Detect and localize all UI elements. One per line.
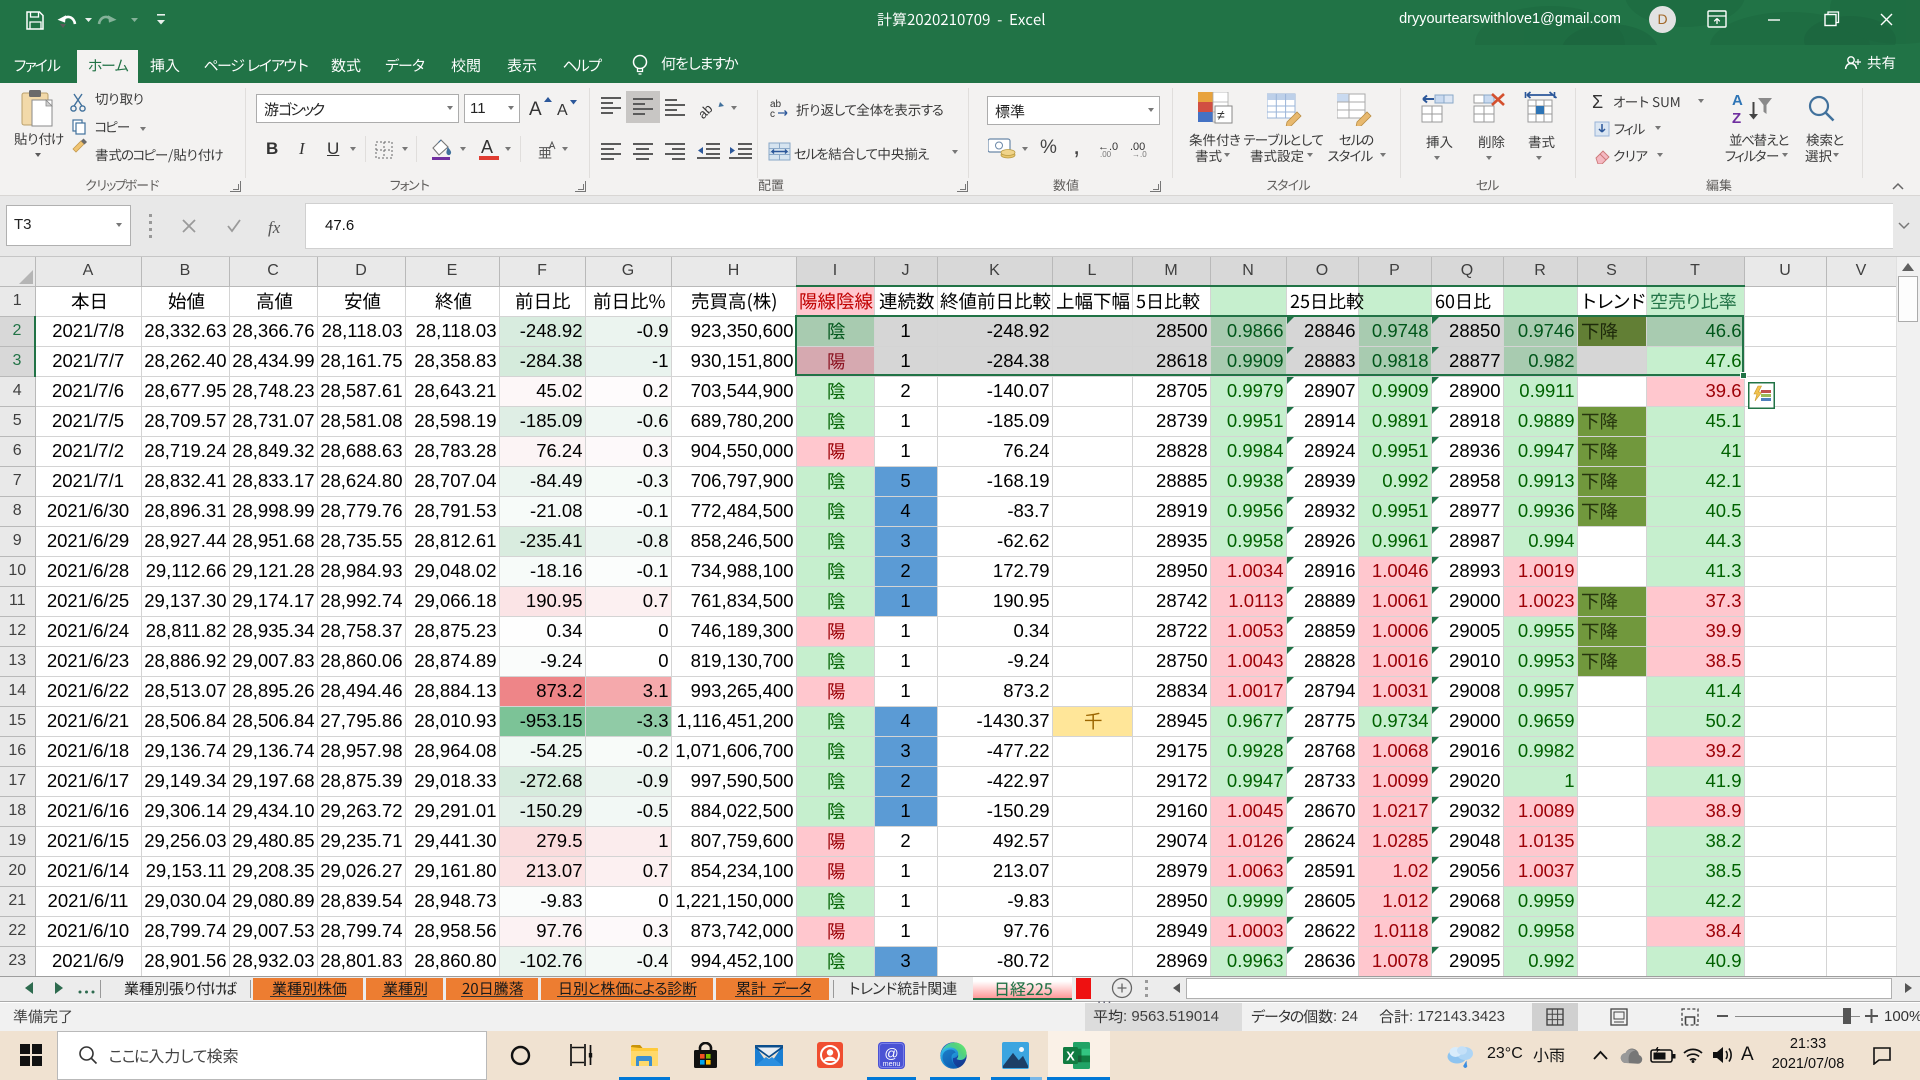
- svg-text:fx: fx: [268, 218, 281, 237]
- svg-text:menu: menu: [883, 1061, 901, 1068]
- svg-text:.00: .00: [1100, 150, 1112, 158]
- svg-text:Z: Z: [1732, 110, 1741, 126]
- svg-text:A: A: [557, 102, 568, 119]
- svg-text:c: c: [770, 109, 775, 118]
- svg-text:A: A: [529, 99, 542, 120]
- svg-text:X: X: [1066, 1049, 1075, 1064]
- svg-text:→.0: →.0: [1132, 150, 1147, 158]
- svg-text:@: @: [884, 1045, 898, 1061]
- svg-text:≠: ≠: [1217, 107, 1225, 123]
- svg-text:A: A: [1732, 92, 1743, 109]
- svg-text:ab: ab: [700, 101, 716, 122]
